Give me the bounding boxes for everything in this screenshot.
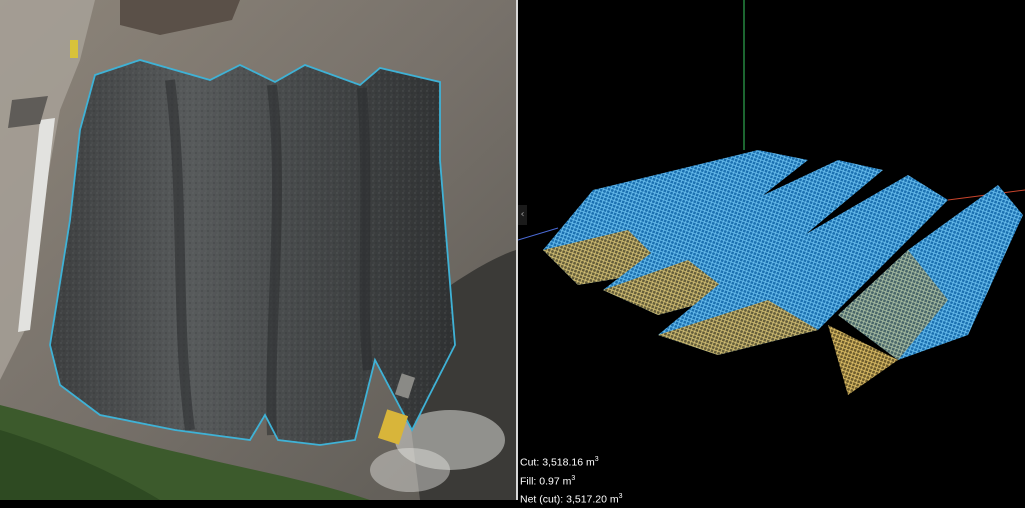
fill-volume-row: Fill: 0.97 m3 bbox=[520, 471, 623, 490]
cut-label: Cut: bbox=[520, 456, 540, 469]
stockpile-texture bbox=[50, 60, 455, 445]
fill-value: 0.97 m bbox=[539, 475, 572, 487]
cut-volume-row: Cut: 3,518.16 m3 bbox=[520, 452, 623, 471]
smoke-plume-2 bbox=[370, 448, 450, 492]
volume-3d-canvas bbox=[518, 0, 1025, 395]
chevron-left-icon[interactable]: ‹ bbox=[518, 205, 527, 225]
z-axis-line bbox=[518, 227, 559, 241]
orthophoto-view[interactable] bbox=[0, 0, 516, 500]
cut-unit-exponent: 3 bbox=[594, 456, 599, 463]
fill-label: Fill: bbox=[520, 475, 537, 487]
orthophoto-canvas bbox=[0, 0, 516, 500]
equipment-marker bbox=[70, 40, 78, 58]
volume-readout: Cut: 3,518.16 m3 Fill: 0.97 m3 Net (cut)… bbox=[520, 452, 623, 508]
fill-unit-exponent: 3 bbox=[571, 474, 576, 482]
net-unit-exponent: 3 bbox=[618, 493, 623, 500]
net-volume-row: Net (cut): 3,517.20 m3 bbox=[520, 489, 623, 508]
cut-value: 3,518.16 m bbox=[542, 456, 595, 469]
windrow-valley-2 bbox=[266, 84, 282, 436]
volume-3d-view[interactable] bbox=[518, 0, 1025, 500]
windrow-valley-3 bbox=[357, 87, 373, 371]
